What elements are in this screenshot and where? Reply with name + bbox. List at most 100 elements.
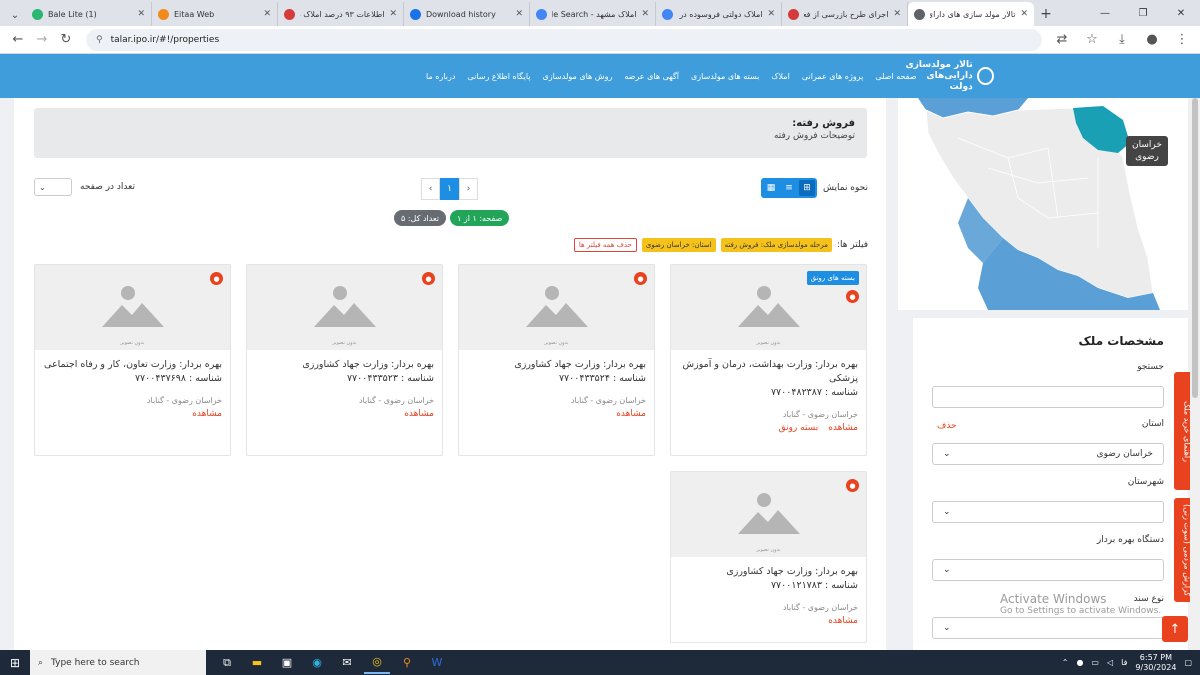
view-link[interactable]: مشاهده	[828, 423, 858, 433]
task-view-icon[interactable]: ⧉	[214, 652, 240, 674]
per-page-select[interactable]: ⌄	[34, 178, 72, 196]
tab-close-icon[interactable]: ✕	[893, 9, 901, 19]
browser-tab[interactable]: املاک مشهد - Google Search ✕	[530, 2, 656, 26]
nav-item[interactable]: املاک	[771, 72, 789, 81]
profile-icon[interactable]: ●	[1140, 28, 1164, 52]
tab-close-icon[interactable]: ✕	[137, 9, 145, 19]
site-info-icon[interactable]: ⚲	[96, 35, 103, 45]
taskbar-search[interactable]: ⌕ Type here to search	[30, 650, 206, 675]
site-header: صفحه اصلی پروژه های عمرانی املاک بسته های م…	[0, 54, 1200, 98]
scroll-to-top-button[interactable]: ↑	[1162, 616, 1188, 642]
property-card[interactable]: بدون تصویر ● بهره بردار: وزارت جهاد کشاورز…	[246, 264, 443, 456]
location-pin-icon[interactable]: ●	[634, 272, 647, 285]
volume-icon[interactable]: ◁	[1107, 658, 1113, 667]
clear-filters-button[interactable]: حذف همه فیلتر ها	[573, 238, 637, 252]
filter-tag-stage[interactable]: مرحله مولدسازی ملک: فروش رفته	[720, 238, 832, 252]
page-scrollbar[interactable]	[1190, 98, 1200, 650]
browser-tab[interactable]: اطلاعات ۹۳ درصد املاک د ✕	[278, 2, 404, 26]
location-pin-icon[interactable]: ●	[422, 272, 435, 285]
location-pin-icon[interactable]: ●	[846, 290, 859, 303]
windows-start-icon[interactable]: ⊞	[0, 650, 30, 675]
taskbar-search-placeholder: Type here to search	[51, 657, 140, 668]
microphone-icon[interactable]: ●	[1076, 658, 1083, 667]
browser-tab[interactable]: Bale Lite (1) ✕	[26, 2, 152, 26]
view-link[interactable]: مشاهده	[616, 409, 646, 419]
nav-item[interactable]: بسته های مولدسازی	[691, 72, 759, 81]
nav-item[interactable]: پروژه های عمرانی	[802, 72, 864, 81]
rownagh-badge[interactable]: بسته های رونق	[806, 271, 859, 285]
city-select[interactable]: ⌄	[932, 501, 1164, 523]
browser-tab[interactable]: Download history ✕	[404, 2, 530, 26]
show-hidden-icons[interactable]: ⌃	[1062, 658, 1069, 667]
clock[interactable]: 6:57 PM 9/30/2024	[1135, 653, 1176, 673]
network-icon[interactable]: ▭	[1091, 658, 1099, 667]
downloads-icon[interactable]: ⤓	[1110, 28, 1134, 52]
tab-close-icon[interactable]: ✕	[263, 9, 271, 19]
edge-icon[interactable]: ◉	[304, 652, 330, 674]
maximize-icon[interactable]: ❐	[1124, 0, 1162, 26]
tab-search-icon[interactable]: ⌄	[4, 4, 26, 26]
close-window-icon[interactable]: ✕	[1162, 0, 1200, 26]
location-pin-icon[interactable]: ●	[210, 272, 223, 285]
nav-item[interactable]: درباره ما	[426, 72, 455, 81]
menu-icon[interactable]: ⋮	[1170, 28, 1194, 52]
tab-close-icon[interactable]: ✕	[767, 9, 775, 19]
mail-icon[interactable]: ✉	[334, 652, 360, 674]
minimize-icon[interactable]: —	[1086, 0, 1124, 26]
browser-tab[interactable]: املاک دولتی فروسوده در ط ✕	[656, 2, 782, 26]
pager-prev[interactable]: ‹	[421, 178, 440, 200]
search-input[interactable]	[932, 386, 1164, 408]
pager-page-1[interactable]: ۱	[440, 178, 459, 200]
tab-close-icon[interactable]: ✕	[1020, 9, 1028, 19]
tab-close-icon[interactable]: ✕	[389, 9, 397, 19]
property-id: شناسه : ۷۷۰۰۱۲۱۷۸۳	[770, 580, 858, 591]
store-icon[interactable]: ▣	[274, 652, 300, 674]
province-delete-link[interactable]: حذف	[937, 421, 957, 431]
new-tab-button[interactable]: +	[1034, 2, 1058, 26]
tab-favicon-icon	[536, 8, 547, 20]
property-location: خراسان رضوی - گناباد	[782, 410, 858, 419]
nav-item[interactable]: آگهی های عرضه	[624, 72, 679, 81]
tab-close-icon[interactable]: ✕	[641, 9, 649, 19]
site-logo[interactable]: تالار مولدسازی دارایی‌های دولت	[904, 60, 994, 92]
reload-icon[interactable]: ↻	[54, 28, 78, 52]
address-bar: ← → ↻ ⚲ talar.ipo.ir/#!/properties ⇄ ☆ ⤓…	[0, 26, 1200, 54]
url-field[interactable]: ⚲ talar.ipo.ir/#!/properties	[86, 28, 1042, 51]
pager-next[interactable]: ›	[459, 178, 478, 200]
browser-tab[interactable]: تالار مولد سازی های دارای ✕	[908, 2, 1034, 26]
nav-item[interactable]: روش های مولدسازی	[542, 72, 612, 81]
operator-select[interactable]: ⌄	[932, 559, 1164, 581]
notifications-icon[interactable]: ▢	[1184, 658, 1192, 667]
back-icon[interactable]: ←	[6, 28, 30, 52]
word-icon[interactable]: W	[424, 652, 450, 674]
property-card[interactable]: بدون تصویر بسته های رونق ● بهره بردار: وزار…	[670, 264, 867, 456]
file-explorer-icon[interactable]: ▬	[244, 652, 270, 674]
browser-tab[interactable]: اجرای طرح بازرسی از فعال ✕	[782, 2, 908, 26]
view-link[interactable]: مشاهده	[404, 409, 434, 419]
list-view-icon[interactable]: ≡	[781, 180, 797, 196]
doc-type-select[interactable]: ⌄	[932, 617, 1164, 639]
language-indicator[interactable]: فا	[1121, 658, 1127, 667]
property-card[interactable]: بدون تصویر ● بهره بردار: وزارت جهاد کشاورز…	[458, 264, 655, 456]
search-app-icon[interactable]: ⚲	[394, 652, 420, 674]
view-link[interactable]: مشاهده	[192, 409, 222, 419]
result-badges: تعداد کل: ۵ صفحه: ۱ از ۱	[394, 210, 510, 226]
forward-icon[interactable]: →	[30, 28, 54, 52]
province-map[interactable]	[898, 98, 1188, 310]
rownagh-package-link[interactable]: بسته رونق	[779, 423, 819, 433]
table-view-icon[interactable]: ▦	[763, 180, 779, 196]
province-select[interactable]: خراسان رضوی ⌄	[932, 443, 1164, 465]
tab-close-icon[interactable]: ✕	[515, 9, 523, 19]
property-card[interactable]: بدون تصویر ● بهره بردار: وزارت جهاد کشاورز…	[670, 471, 867, 643]
grid-view-icon[interactable]: ⊞	[799, 180, 816, 196]
filter-tag-province[interactable]: استان: خراسان رضوی	[641, 238, 716, 252]
bookmark-star-icon[interactable]: ☆	[1080, 28, 1104, 52]
property-card[interactable]: بدون تصویر ● بهره بردار: وزارت تعاون، کار …	[34, 264, 231, 456]
chrome-icon[interactable]: ◎	[364, 652, 390, 674]
location-pin-icon[interactable]: ●	[846, 479, 859, 492]
translate-icon[interactable]: ⇄	[1050, 28, 1074, 52]
view-link[interactable]: مشاهده	[828, 616, 858, 626]
scrollbar-thumb[interactable]	[1192, 98, 1198, 398]
browser-tab[interactable]: Eitaa Web ✕	[152, 2, 278, 26]
nav-item[interactable]: پایگاه اطلاع رسانی	[467, 72, 530, 81]
